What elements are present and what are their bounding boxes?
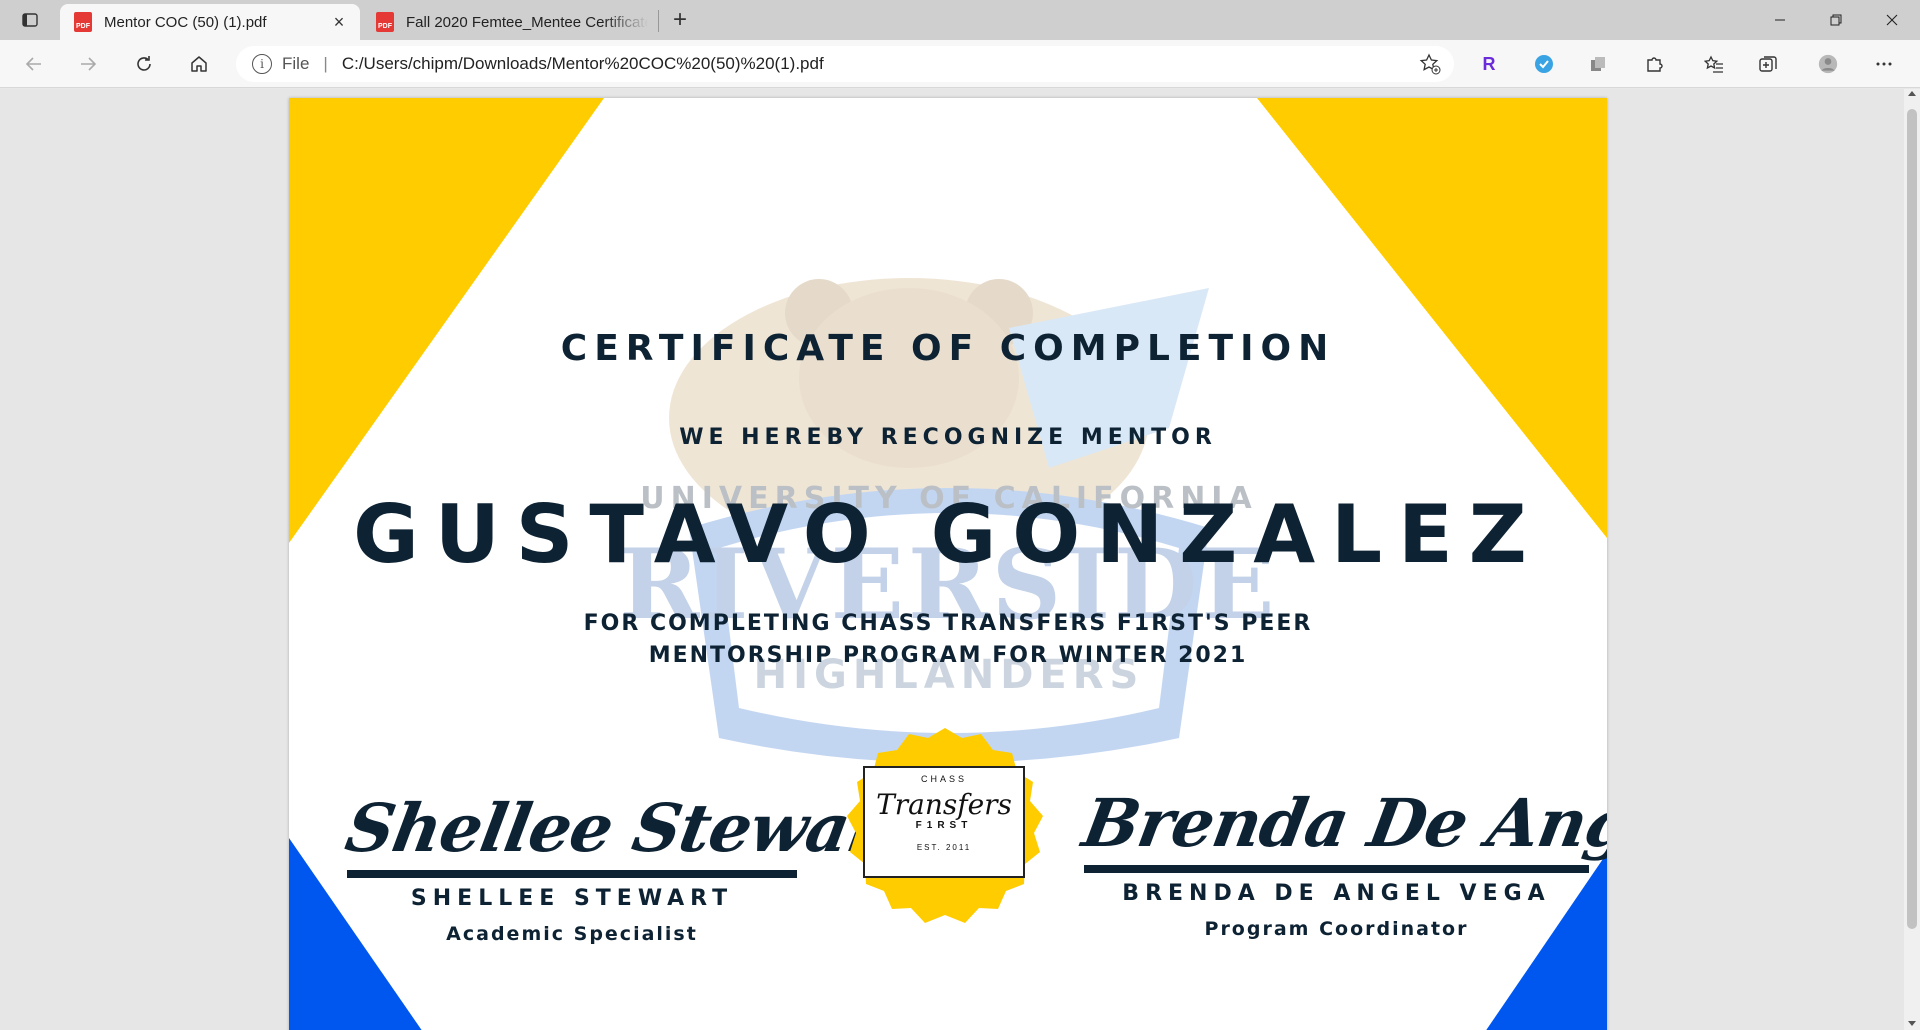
signature-handwritten: Shellee Stewart (340, 789, 919, 867)
close-window-button[interactable] (1864, 0, 1920, 40)
signature-block-right: Brenda De Angel Vega BRENDA DE ANGEL VEG… (1077, 783, 1607, 940)
recognition-line: WE HEREBY RECOGNIZE MENTOR (679, 425, 1217, 450)
transfers-first-seal: CHASS Transfers F1RST EST. 2011 (841, 726, 1049, 934)
tab-separator (658, 10, 659, 32)
home-button[interactable] (181, 48, 217, 80)
scroll-up-arrow-icon[interactable] (1908, 91, 1916, 96)
scroll-down-arrow-icon[interactable] (1908, 1021, 1916, 1026)
new-tab-button[interactable]: + (664, 6, 696, 34)
description-line-1: FOR COMPLETING CHASS TRANSFERS F1RST'S P… (583, 611, 1313, 636)
forward-button[interactable] (70, 48, 106, 80)
certificate-page: UNIVERSITY OF CALIFORNIA RIVERSIDE HIGHL… (289, 98, 1607, 1030)
signatory-role: Academic Specialist (446, 923, 698, 945)
completion-description: FOR COMPLETING CHASS TRANSFERS F1RST'S P… (289, 608, 1607, 672)
back-button[interactable] (16, 48, 52, 80)
grammar-extension-icon (1535, 55, 1553, 73)
window-controls (1752, 0, 1920, 40)
collections-button[interactable] (1754, 50, 1782, 78)
seal-logo-box: CHASS Transfers F1RST EST. 2011 (863, 766, 1025, 878)
address-bar[interactable]: i File | C:/Users/chipm/Downloads/Mentor… (236, 46, 1454, 82)
restore-button[interactable] (1808, 0, 1864, 40)
puzzle-icon (1647, 57, 1663, 72)
favorites-button[interactable] (1700, 50, 1728, 78)
more-dots-icon (1876, 62, 1892, 66)
settings-more-button[interactable] (1870, 50, 1898, 78)
scrollbar-thumb[interactable] (1907, 109, 1917, 929)
signature-line (347, 870, 797, 878)
avatar-icon (1818, 54, 1838, 74)
signatory-name: SHELLEE STEWART (410, 886, 734, 911)
browser-toolbar: i File | C:/Users/chipm/Downloads/Mentor… (0, 40, 1920, 88)
close-window-icon (1886, 14, 1898, 26)
extension-r-icon[interactable]: R (1475, 50, 1503, 78)
close-tab-icon[interactable]: × (328, 11, 350, 33)
signatory-role: Program Coordinator (1204, 918, 1469, 940)
favorites-list-icon (1704, 55, 1723, 73)
tab-mentor-coc[interactable]: PDF Mentor COC (50) (1).pdf × (60, 4, 360, 40)
signatory-name: BRENDA DE ANGEL VEGA (1122, 881, 1551, 906)
signature-handwritten: Brenda De Angel Vega (1077, 784, 1607, 862)
back-arrow-icon (25, 57, 41, 71)
seal-chass-text: CHASS (920, 774, 967, 784)
certificate-title: CERTIFICATE OF COMPLETION (560, 328, 1336, 369)
url-text[interactable]: C:/Users/chipm/Downloads/Mentor%20COC%20… (342, 54, 1416, 74)
forward-arrow-icon (81, 57, 97, 71)
refresh-button[interactable] (126, 48, 162, 80)
seal-transfers-text: Transfers (876, 788, 1012, 821)
pdf-icon: PDF (376, 12, 394, 32)
signature-line (1084, 865, 1589, 873)
tab-title: Fall 2020 Femtee_Mentee Certificate (406, 13, 648, 31)
vertical-scrollbar[interactable] (1904, 89, 1920, 1030)
tab-fall-2020-certificate[interactable]: PDF Fall 2020 Femtee_Mentee Certificate (362, 4, 658, 40)
seal-est-text: EST. 2011 (916, 843, 972, 852)
extension-grammar-icon[interactable] (1530, 50, 1558, 78)
pdf-viewport[interactable]: UNIVERSITY OF CALIFORNIA RIVERSIDE HIGHL… (0, 89, 1904, 1030)
collections-icon (1759, 56, 1777, 72)
info-icon[interactable]: i (252, 54, 272, 74)
refresh-icon (137, 56, 151, 71)
star-add-icon (1419, 53, 1441, 75)
scheme-label: File (282, 54, 310, 73)
recipient-name: GUSTAVO GONZALEZ (353, 488, 1543, 581)
pdf-icon: PDF (74, 12, 92, 32)
description-line-2: MENTORSHIP PROGRAM FOR WINTER 2021 (648, 643, 1248, 668)
minimize-icon (1775, 19, 1785, 21)
restore-icon (1830, 14, 1842, 26)
extensions-button[interactable] (1640, 50, 1668, 78)
tab-title: Mentor COC (50) (1).pdf (104, 13, 267, 31)
tab-actions-icon (22, 13, 38, 27)
extension-collections-icon[interactable] (1584, 50, 1612, 78)
yellow-corner-left (289, 98, 604, 543)
home-icon (191, 56, 207, 72)
address-divider: | (323, 54, 328, 73)
tab-strip: PDF Mentor COC (50) (1).pdf × PDF Fall 2… (0, 0, 1920, 40)
minimize-button[interactable] (1752, 0, 1808, 40)
profile-button[interactable] (1814, 50, 1842, 78)
tab-actions-menu-button[interactable] (12, 6, 48, 34)
copy-icon (1591, 57, 1605, 71)
add-favorite-button[interactable] (1416, 50, 1444, 78)
signature-block-left: Shellee Stewart SHELLEE STEWART Academic… (340, 788, 918, 945)
